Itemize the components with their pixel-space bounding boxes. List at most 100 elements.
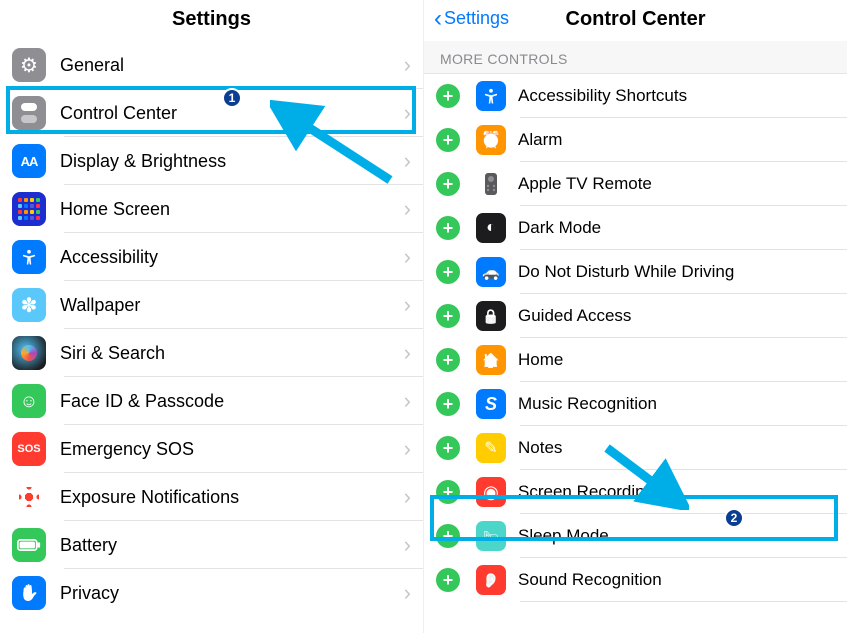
- grid-icon: [12, 192, 46, 226]
- settings-pane: Settings General›Control Center›Display …: [0, 0, 424, 633]
- chevron-right-icon: ›: [404, 340, 411, 366]
- control-label: Accessibility Shortcuts: [518, 86, 835, 106]
- row-label: Privacy: [60, 583, 404, 604]
- covid-icon: [12, 480, 46, 514]
- shazam-icon: [476, 389, 506, 419]
- sos-icon: [12, 432, 46, 466]
- control-row-guided-access[interactable]: + Guided Access: [424, 294, 847, 338]
- siri-icon: [12, 336, 46, 370]
- record-icon: [476, 477, 506, 507]
- control-label: Do Not Disturb While Driving: [518, 262, 835, 282]
- row-label: Display & Brightness: [60, 151, 404, 172]
- control-center-title: Control Center: [566, 8, 706, 30]
- add-button[interactable]: +: [436, 392, 460, 416]
- settings-row-siri-search[interactable]: Siri & Search›: [0, 329, 423, 377]
- control-center-pane: ‹ Settings Control Center MORE CONTROLS …: [424, 0, 847, 633]
- row-label: Home Screen: [60, 199, 404, 220]
- add-button[interactable]: +: [436, 172, 460, 196]
- settings-row-exposure-notifications[interactable]: Exposure Notifications›: [0, 473, 423, 521]
- home-icon: [476, 345, 506, 375]
- control-label: Music Recognition: [518, 394, 835, 414]
- control-row-apple-tv-remote[interactable]: + Apple TV Remote: [424, 162, 847, 206]
- control-row-sleep-mode[interactable]: +Sleep Mode: [424, 514, 847, 558]
- more-controls-list: +Accessibility Shortcuts+Alarm+Apple TV …: [424, 74, 847, 602]
- chevron-right-icon: ›: [404, 484, 411, 510]
- control-row-alarm[interactable]: +Alarm: [424, 118, 847, 162]
- chevron-right-icon: ›: [404, 292, 411, 318]
- settings-row-general[interactable]: General›: [0, 41, 423, 89]
- control-row-do-not-disturb-while-driving[interactable]: + Do Not Disturb While Driving: [424, 250, 847, 294]
- add-button[interactable]: +: [436, 304, 460, 328]
- alarm-icon: [476, 125, 506, 155]
- settings-title: Settings: [0, 0, 423, 41]
- control-row-sound-recognition[interactable]: + Sound Recognition: [424, 558, 847, 602]
- sleep-icon: [476, 521, 506, 551]
- control-label: Guided Access: [518, 306, 835, 326]
- control-row-music-recognition[interactable]: + Music Recognition: [424, 382, 847, 426]
- row-label: Siri & Search: [60, 343, 404, 364]
- add-button[interactable]: +: [436, 568, 460, 592]
- chevron-right-icon: ›: [404, 388, 411, 414]
- access-icon: [476, 81, 506, 111]
- chevron-right-icon: ›: [404, 436, 411, 462]
- control-row-notes[interactable]: + Notes: [424, 426, 847, 470]
- annotation-badge-2: 2: [724, 508, 744, 528]
- add-button[interactable]: +: [436, 480, 460, 504]
- annotation-badge-1: 1: [222, 88, 242, 108]
- car-icon: [476, 257, 506, 287]
- settings-row-display-brightness[interactable]: Display & Brightness›: [0, 137, 423, 185]
- chevron-right-icon: ›: [404, 580, 411, 606]
- control-label: Dark Mode: [518, 218, 835, 238]
- face-icon: [12, 384, 46, 418]
- sound-icon: [476, 565, 506, 595]
- add-button[interactable]: +: [436, 128, 460, 152]
- row-label: Accessibility: [60, 247, 404, 268]
- row-label: Face ID & Passcode: [60, 391, 404, 412]
- control-row-home[interactable]: + Home: [424, 338, 847, 382]
- row-label: Emergency SOS: [60, 439, 404, 460]
- toggle-icon: [12, 96, 46, 130]
- add-button[interactable]: +: [436, 436, 460, 460]
- settings-row-privacy[interactable]: Privacy›: [0, 569, 423, 617]
- settings-row-home-screen[interactable]: Home Screen›: [0, 185, 423, 233]
- chevron-right-icon: ›: [404, 100, 411, 126]
- battery-icon: [12, 528, 46, 562]
- settings-row-wallpaper[interactable]: Wallpaper›: [0, 281, 423, 329]
- control-row-accessibility-shortcuts[interactable]: + Accessibility Shortcuts: [424, 74, 847, 118]
- chevron-right-icon: ›: [404, 52, 411, 78]
- settings-row-battery[interactable]: Battery›: [0, 521, 423, 569]
- control-label: Home: [518, 350, 835, 370]
- control-row-screen-recording[interactable]: + Screen Recording: [424, 470, 847, 514]
- control-label: Sound Recognition: [518, 570, 835, 590]
- aa-icon: [12, 144, 46, 178]
- hand-icon: [12, 576, 46, 610]
- control-label: Notes: [518, 438, 835, 458]
- row-label: General: [60, 55, 404, 76]
- lock-icon: [476, 301, 506, 331]
- settings-row-accessibility[interactable]: Accessibility›: [0, 233, 423, 281]
- settings-row-face-id-passcode[interactable]: Face ID & Passcode›: [0, 377, 423, 425]
- chevron-right-icon: ›: [404, 244, 411, 270]
- chevron-left-icon: ‹: [434, 10, 442, 28]
- add-button[interactable]: +: [436, 348, 460, 372]
- back-button[interactable]: ‹ Settings: [434, 8, 509, 29]
- control-label: Apple TV Remote: [518, 174, 835, 194]
- remote-icon: [476, 169, 506, 199]
- chevron-right-icon: ›: [404, 148, 411, 174]
- control-center-header: ‹ Settings Control Center: [424, 0, 847, 41]
- control-row-dark-mode[interactable]: + Dark Mode: [424, 206, 847, 250]
- back-label: Settings: [444, 8, 509, 29]
- dark-icon: [476, 213, 506, 243]
- row-label: Exposure Notifications: [60, 487, 404, 508]
- settings-row-control-center[interactable]: Control Center›: [0, 89, 423, 137]
- add-button[interactable]: +: [436, 84, 460, 108]
- settings-row-emergency-sos[interactable]: Emergency SOS›: [0, 425, 423, 473]
- row-label: Battery: [60, 535, 404, 556]
- section-more-controls: MORE CONTROLS: [424, 41, 847, 74]
- flower-icon: [12, 288, 46, 322]
- control-label: Screen Recording: [518, 482, 835, 502]
- add-button[interactable]: +: [436, 216, 460, 240]
- gear-icon: [12, 48, 46, 82]
- add-button[interactable]: +: [436, 524, 460, 548]
- add-button[interactable]: +: [436, 260, 460, 284]
